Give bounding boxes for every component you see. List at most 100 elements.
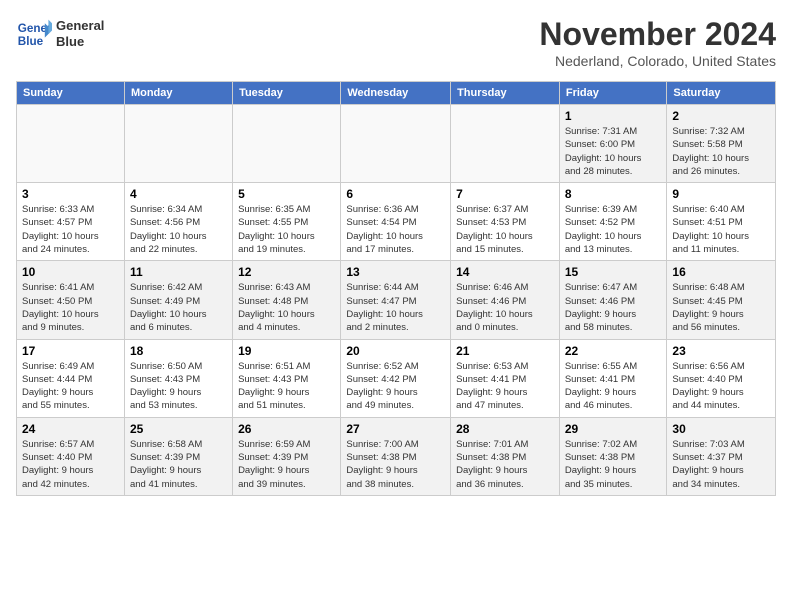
calendar-cell: 19 Sunrise: 6:51 AM Sunset: 4:43 PM Dayli… xyxy=(233,339,341,417)
calendar-cell: 12 Sunrise: 6:43 AM Sunset: 4:48 PM Dayli… xyxy=(233,261,341,339)
weekday-header-monday: Monday xyxy=(124,82,232,105)
calendar-week-row: 17 Sunrise: 6:49 AM Sunset: 4:44 PM Dayli… xyxy=(17,339,776,417)
day-number: 26 xyxy=(238,422,335,436)
day-number: 3 xyxy=(22,187,119,201)
day-number: 28 xyxy=(456,422,554,436)
day-number: 6 xyxy=(346,187,445,201)
day-number: 23 xyxy=(672,344,770,358)
day-info: Sunrise: 6:37 AM Sunset: 4:53 PM Dayligh… xyxy=(456,203,554,256)
day-info: Sunrise: 7:32 AM Sunset: 5:58 PM Dayligh… xyxy=(672,125,770,178)
weekday-header-thursday: Thursday xyxy=(451,82,560,105)
day-info: Sunrise: 7:03 AM Sunset: 4:37 PM Dayligh… xyxy=(672,438,770,491)
day-number: 2 xyxy=(672,109,770,123)
calendar-cell: 25 Sunrise: 6:58 AM Sunset: 4:39 PM Dayli… xyxy=(124,417,232,495)
calendar-cell: 5 Sunrise: 6:35 AM Sunset: 4:55 PM Daylig… xyxy=(233,183,341,261)
day-number: 22 xyxy=(565,344,662,358)
day-number: 15 xyxy=(565,265,662,279)
month-title: November 2024 xyxy=(539,16,776,53)
day-number: 12 xyxy=(238,265,335,279)
weekday-header-row: SundayMondayTuesdayWednesdayThursdayFrid… xyxy=(17,82,776,105)
calendar-cell: 9 Sunrise: 6:40 AM Sunset: 4:51 PM Daylig… xyxy=(667,183,776,261)
day-info: Sunrise: 6:43 AM Sunset: 4:48 PM Dayligh… xyxy=(238,281,335,334)
day-info: Sunrise: 6:56 AM Sunset: 4:40 PM Dayligh… xyxy=(672,360,770,413)
day-info: Sunrise: 6:51 AM Sunset: 4:43 PM Dayligh… xyxy=(238,360,335,413)
day-number: 13 xyxy=(346,265,445,279)
weekday-header-friday: Friday xyxy=(559,82,667,105)
day-number: 24 xyxy=(22,422,119,436)
calendar-cell: 27Sunrise: 7:00 AM Sunset: 4:38 PM Dayli… xyxy=(341,417,451,495)
day-info: Sunrise: 6:58 AM Sunset: 4:39 PM Dayligh… xyxy=(130,438,227,491)
day-info: Sunrise: 6:46 AM Sunset: 4:46 PM Dayligh… xyxy=(456,281,554,334)
day-info: Sunrise: 6:36 AM Sunset: 4:54 PM Dayligh… xyxy=(346,203,445,256)
calendar-cell: 8 Sunrise: 6:39 AM Sunset: 4:52 PM Daylig… xyxy=(559,183,667,261)
calendar-cell: 16 Sunrise: 6:48 AM Sunset: 4:45 PM Dayli… xyxy=(667,261,776,339)
calendar-table: SundayMondayTuesdayWednesdayThursdayFrid… xyxy=(16,81,776,496)
calendar-cell: 22Sunrise: 6:55 AM Sunset: 4:41 PM Dayli… xyxy=(559,339,667,417)
calendar-cell: 29 Sunrise: 7:02 AM Sunset: 4:38 PM Dayli… xyxy=(559,417,667,495)
day-info: Sunrise: 6:41 AM Sunset: 4:50 PM Dayligh… xyxy=(22,281,119,334)
calendar-cell xyxy=(233,105,341,183)
day-number: 25 xyxy=(130,422,227,436)
logo-icon: General Blue xyxy=(16,16,52,52)
calendar-cell: 20Sunrise: 6:52 AM Sunset: 4:42 PM Dayli… xyxy=(341,339,451,417)
calendar-week-row: 3 Sunrise: 6:33 AM Sunset: 4:57 PM Daylig… xyxy=(17,183,776,261)
day-number: 11 xyxy=(130,265,227,279)
calendar-cell: 2 Sunrise: 7:32 AM Sunset: 5:58 PM Daylig… xyxy=(667,105,776,183)
day-number: 20 xyxy=(346,344,445,358)
day-number: 9 xyxy=(672,187,770,201)
page-header: General Blue General Blue November 2024 … xyxy=(16,16,776,69)
day-number: 10 xyxy=(22,265,119,279)
day-info: Sunrise: 6:59 AM Sunset: 4:39 PM Dayligh… xyxy=(238,438,335,491)
calendar-cell: 24 Sunrise: 6:57 AM Sunset: 4:40 PM Dayli… xyxy=(17,417,125,495)
weekday-header-wednesday: Wednesday xyxy=(341,82,451,105)
calendar-cell: 7 Sunrise: 6:37 AM Sunset: 4:53 PM Daylig… xyxy=(451,183,560,261)
day-number: 7 xyxy=(456,187,554,201)
calendar-cell: 11 Sunrise: 6:42 AM Sunset: 4:49 PM Dayli… xyxy=(124,261,232,339)
calendar-cell xyxy=(341,105,451,183)
calendar-cell: 21Sunrise: 6:53 AM Sunset: 4:41 PM Dayli… xyxy=(451,339,560,417)
calendar-cell xyxy=(17,105,125,183)
calendar-week-row: 1Sunrise: 7:31 AM Sunset: 6:00 PM Daylig… xyxy=(17,105,776,183)
day-info: Sunrise: 7:02 AM Sunset: 4:38 PM Dayligh… xyxy=(565,438,662,491)
day-info: Sunrise: 6:35 AM Sunset: 4:55 PM Dayligh… xyxy=(238,203,335,256)
day-number: 17 xyxy=(22,344,119,358)
day-info: Sunrise: 6:53 AM Sunset: 4:41 PM Dayligh… xyxy=(456,360,554,413)
day-info: Sunrise: 6:39 AM Sunset: 4:52 PM Dayligh… xyxy=(565,203,662,256)
day-info: Sunrise: 6:57 AM Sunset: 4:40 PM Dayligh… xyxy=(22,438,119,491)
day-number: 4 xyxy=(130,187,227,201)
day-number: 5 xyxy=(238,187,335,201)
calendar-cell: 30Sunrise: 7:03 AM Sunset: 4:37 PM Dayli… xyxy=(667,417,776,495)
calendar-cell: 15 Sunrise: 6:47 AM Sunset: 4:46 PM Dayli… xyxy=(559,261,667,339)
calendar-cell: 1Sunrise: 7:31 AM Sunset: 6:00 PM Daylig… xyxy=(559,105,667,183)
day-info: Sunrise: 6:42 AM Sunset: 4:49 PM Dayligh… xyxy=(130,281,227,334)
calendar-cell: 18 Sunrise: 6:50 AM Sunset: 4:43 PM Dayli… xyxy=(124,339,232,417)
day-number: 14 xyxy=(456,265,554,279)
weekday-header-saturday: Saturday xyxy=(667,82,776,105)
day-info: Sunrise: 6:40 AM Sunset: 4:51 PM Dayligh… xyxy=(672,203,770,256)
calendar-cell: 3 Sunrise: 6:33 AM Sunset: 4:57 PM Daylig… xyxy=(17,183,125,261)
day-number: 16 xyxy=(672,265,770,279)
day-info: Sunrise: 6:50 AM Sunset: 4:43 PM Dayligh… xyxy=(130,360,227,413)
calendar-week-row: 24 Sunrise: 6:57 AM Sunset: 4:40 PM Dayli… xyxy=(17,417,776,495)
day-info: Sunrise: 6:49 AM Sunset: 4:44 PM Dayligh… xyxy=(22,360,119,413)
calendar-week-row: 10 Sunrise: 6:41 AM Sunset: 4:50 PM Dayli… xyxy=(17,261,776,339)
day-info: Sunrise: 7:00 AM Sunset: 4:38 PM Dayligh… xyxy=(346,438,445,491)
title-block: November 2024 Nederland, Colorado, Unite… xyxy=(539,16,776,69)
day-number: 18 xyxy=(130,344,227,358)
day-info: Sunrise: 7:01 AM Sunset: 4:38 PM Dayligh… xyxy=(456,438,554,491)
logo-text-blue: Blue xyxy=(56,34,104,50)
calendar-cell: 17 Sunrise: 6:49 AM Sunset: 4:44 PM Dayli… xyxy=(17,339,125,417)
calendar-cell: 6 Sunrise: 6:36 AM Sunset: 4:54 PM Daylig… xyxy=(341,183,451,261)
day-info: Sunrise: 6:47 AM Sunset: 4:46 PM Dayligh… xyxy=(565,281,662,334)
logo-text-general: General xyxy=(56,18,104,34)
calendar-cell: 23 Sunrise: 6:56 AM Sunset: 4:40 PM Dayli… xyxy=(667,339,776,417)
day-number: 8 xyxy=(565,187,662,201)
location-title: Nederland, Colorado, United States xyxy=(539,53,776,69)
svg-text:Blue: Blue xyxy=(18,35,44,48)
day-info: Sunrise: 6:48 AM Sunset: 4:45 PM Dayligh… xyxy=(672,281,770,334)
day-number: 19 xyxy=(238,344,335,358)
day-number: 1 xyxy=(565,109,662,123)
day-info: Sunrise: 6:33 AM Sunset: 4:57 PM Dayligh… xyxy=(22,203,119,256)
day-number: 29 xyxy=(565,422,662,436)
calendar-cell xyxy=(124,105,232,183)
